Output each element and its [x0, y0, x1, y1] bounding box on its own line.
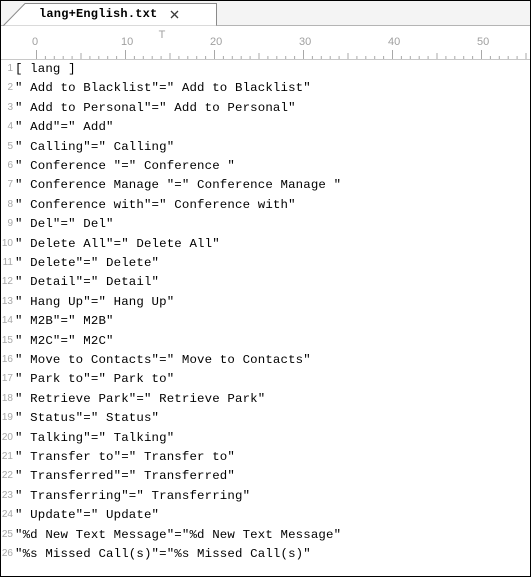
- line-text: " Detail"=" Detail": [15, 275, 160, 290]
- ruler-label: 30: [299, 36, 312, 48]
- ruler-cursor-marker: T: [158, 29, 166, 41]
- line-text: " Talking"=" Talking": [15, 430, 175, 445]
- line-number: 26: [1, 548, 13, 559]
- line-text: "%s Missed Call(s)"="%s Missed Call(s)": [15, 547, 311, 561]
- line-number: 15: [1, 334, 13, 346]
- line-text: " Transferring"=" Transferring": [15, 488, 251, 503]
- editor-line[interactable]: 4 " Add"=" Add": [1, 119, 530, 138]
- editor-line[interactable]: 22 " Transferred"=" Transferred": [1, 468, 530, 487]
- line-number: 9: [7, 218, 13, 230]
- line-text: [ lang ]: [15, 62, 76, 76]
- close-icon-glyph: [170, 10, 179, 19]
- editor-line[interactable]: 16 " Move to Contacts"=" Move to Contacts…: [1, 352, 530, 371]
- line-number: 14: [1, 315, 13, 327]
- editor-line[interactable]: 23 " Transferring"=" Transferring": [1, 488, 530, 507]
- tab-strip: lang+English.txt: [1, 1, 530, 26]
- ruler-label: 20: [210, 36, 223, 48]
- editor-line[interactable]: 13 " Hang Up"=" Hang Up": [1, 294, 530, 313]
- editor-line[interactable]: 19 " Status"=" Status": [1, 410, 530, 429]
- editor-line[interactable]: 26 "%s Missed Call(s)"="%s Missed Call(s)…: [1, 546, 530, 565]
- line-number: 13: [1, 295, 13, 307]
- ruler-label: 50: [477, 36, 490, 48]
- line-text: "%d New Text Message"="%d New Text Messa…: [15, 527, 342, 542]
- line-text: " Add"=" Add": [15, 120, 114, 135]
- line-number: 17: [1, 373, 13, 385]
- line-text: " Del"=" Del": [15, 217, 114, 232]
- editor-line[interactable]: 11 " Delete"=" Delete": [1, 255, 530, 274]
- line-number: 5: [7, 140, 13, 152]
- ruler-label: 0: [32, 36, 39, 48]
- editor-line[interactable]: 21 " Transfer to"=" Transfer to": [1, 449, 530, 468]
- editor-line[interactable]: 10 " Delete All"=" Delete All": [1, 236, 530, 255]
- line-number: 24: [1, 509, 13, 521]
- editor-line[interactable]: 25 "%d New Text Message"="%d New Text Mes…: [1, 527, 530, 546]
- tab-title: lang+English.txt: [39, 7, 158, 21]
- editor-window: lang+English.txt 0 10 20 30 40 50 T 1[ lang ]…: [0, 0, 531, 577]
- editor-line[interactable]: 2 " Add to Blacklist"=" Add to Blacklist": [1, 80, 530, 99]
- line-text: " Transfer to"=" Transfer to": [15, 450, 235, 464]
- line-text: " Update"=" Update": [15, 508, 160, 523]
- line-text: " Conference with"=" Conference with": [15, 197, 296, 212]
- editor-line[interactable]: 1[ lang ]: [1, 61, 530, 80]
- editor-line[interactable]: 17 " Park to"=" Park to": [1, 371, 530, 390]
- editor-line[interactable]: 5 " Calling"=" Calling": [1, 139, 530, 158]
- line-number: 4: [7, 121, 13, 133]
- line-text: " M2B"=" M2B": [15, 314, 114, 329]
- line-text: " Delete All"=" Delete All": [15, 236, 220, 251]
- ruler-label: 40: [388, 36, 401, 48]
- line-text: " Hang Up"=" Hang Up": [15, 294, 175, 309]
- line-text: " Add to Personal"=" Add to Personal": [15, 100, 296, 115]
- line-text: " Transferred"=" Transferred": [15, 469, 235, 484]
- line-text: " Move to Contacts"=" Move to Contacts": [15, 353, 311, 367]
- line-text: " Park to"=" Park to": [15, 372, 175, 387]
- line-number: 8: [7, 198, 13, 210]
- line-text: " Delete"=" Delete": [15, 256, 160, 270]
- editor-line[interactable]: 3 " Add to Personal"=" Add to Personal": [1, 100, 530, 119]
- ruler-label: 10: [121, 36, 134, 48]
- ruler-ticks: [1, 50, 530, 60]
- editor-line[interactable]: 9 " Del"=" Del": [1, 216, 530, 235]
- line-number: 23: [1, 489, 13, 501]
- line-number: 7: [7, 179, 13, 191]
- line-text: " Conference Manage "=" Conference Manag…: [15, 178, 342, 193]
- close-icon[interactable]: [168, 7, 182, 21]
- line-number: 3: [7, 101, 13, 113]
- line-text: " M2C"=" M2C": [15, 333, 114, 348]
- line-text: " Calling"=" Calling": [15, 139, 175, 154]
- column-ruler: 0 10 20 30 40 50 T: [1, 26, 530, 61]
- line-number: 12: [1, 276, 13, 288]
- editor-line[interactable]: 18 " Retrieve Park"=" Retrieve Park": [1, 391, 530, 410]
- line-text: " Retrieve Park"=" Retrieve Park": [15, 391, 266, 406]
- editor-line[interactable]: 7 " Conference Manage "=" Conference Mana…: [1, 177, 530, 196]
- line-number: 16: [1, 354, 13, 365]
- editor-line[interactable]: 14 " M2B"=" M2B": [1, 313, 530, 332]
- line-number: 10: [1, 237, 13, 249]
- editor-line[interactable]: 8 " Conference with"=" Conference with": [1, 197, 530, 216]
- line-text: " Status"=" Status": [15, 411, 160, 426]
- line-text: " Add to Blacklist"=" Add to Blacklist": [15, 81, 311, 96]
- line-number: 21: [1, 451, 13, 462]
- line-number: 11: [2, 257, 13, 268]
- line-number: 6: [7, 160, 13, 171]
- text-editor[interactable]: 1[ lang ] 2 " Add to Blacklist"=" Add to B…: [1, 61, 530, 576]
- editor-line[interactable]: 12 " Detail"=" Detail": [1, 274, 530, 293]
- line-number: 1: [7, 63, 13, 74]
- line-number: 20: [1, 431, 13, 443]
- line-number: 22: [1, 470, 13, 482]
- line-text: " Conference "=" Conference ": [15, 159, 235, 173]
- editor-line[interactable]: 20 " Talking"=" Talking": [1, 430, 530, 449]
- editor-line[interactable]: 15 " M2C"=" M2C": [1, 333, 530, 352]
- line-number: 18: [1, 392, 13, 404]
- line-number: 2: [7, 82, 13, 94]
- line-number: 19: [1, 412, 13, 424]
- editor-line[interactable]: 6 " Conference "=" Conference ": [1, 158, 530, 177]
- editor-line[interactable]: 24 " Update"=" Update": [1, 507, 530, 526]
- line-number: 25: [1, 528, 13, 540]
- tab-lang-english[interactable]: lang+English.txt: [3, 3, 217, 26]
